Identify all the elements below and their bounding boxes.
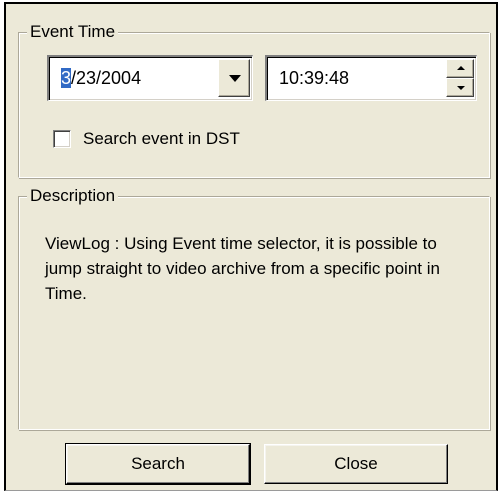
time-spin-up-button[interactable] — [446, 59, 474, 78]
date-month-selection[interactable]: 3 — [61, 68, 72, 88]
dst-checkbox-label[interactable]: Search event in DST — [83, 129, 240, 149]
date-rest: /23/2004 — [71, 68, 142, 88]
chevron-down-icon — [229, 75, 241, 82]
description-group: Description ViewLog : Using Event time s… — [18, 186, 490, 430]
search-button[interactable]: Search — [65, 443, 251, 485]
event-time-group: Event Time 3/23/2004 10:39:48 Search eve… — [18, 22, 490, 178]
close-button[interactable]: Close — [264, 444, 448, 484]
dst-checkbox-row[interactable]: Search event in DST — [53, 127, 240, 151]
spin-up-icon — [457, 66, 465, 70]
event-search-dialog: Event Time 3/23/2004 10:39:48 Search eve… — [4, 2, 498, 491]
description-title: Description — [27, 186, 119, 206]
time-value[interactable]: 10:39:48 — [279, 67, 349, 89]
time-spin-down-button[interactable] — [446, 78, 474, 97]
time-picker[interactable]: 10:39:48 — [265, 55, 477, 101]
event-time-title: Event Time — [27, 22, 119, 42]
date-dropdown-button[interactable] — [218, 59, 250, 97]
dst-checkbox[interactable] — [53, 130, 71, 148]
spin-down-icon — [457, 86, 465, 90]
description-text: ViewLog : Using Event time selector, it … — [45, 234, 440, 303]
date-picker[interactable]: 3/23/2004 — [47, 55, 253, 101]
date-value[interactable]: 3/23/2004 — [61, 67, 141, 89]
